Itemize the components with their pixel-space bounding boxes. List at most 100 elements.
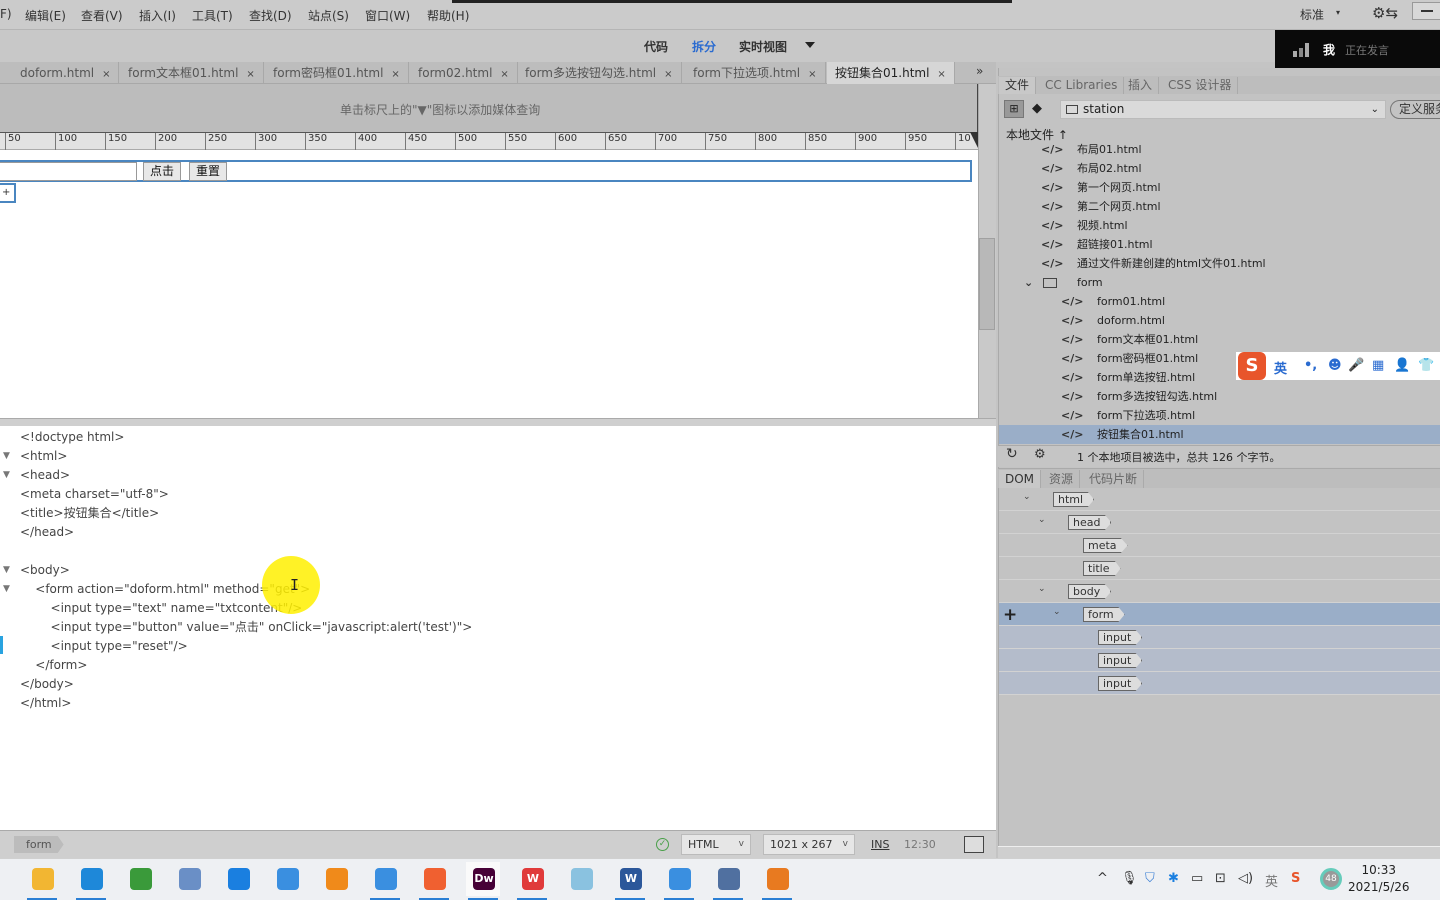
tray-chevron-icon[interactable]: ^	[1097, 871, 1108, 886]
file-item[interactable]: </> 按钮集合01.html	[999, 425, 1440, 444]
code-line[interactable]: </form>	[20, 656, 87, 675]
chevron-down-icon[interactable]: ⌄	[1038, 584, 1046, 594]
scrollbar-thumb[interactable]	[979, 238, 995, 330]
file-item[interactable]: </> 通过文件新建创建的html文件01.html	[999, 254, 1440, 273]
connect-icon[interactable]: ⚙	[1034, 447, 1046, 462]
taskbar-app-file-explorer[interactable]	[25, 862, 59, 900]
keyboard-icon[interactable]: ▦	[1372, 358, 1384, 373]
tab-doform[interactable]: doform.html ×	[12, 62, 120, 84]
dom-node-row[interactable]: ⌄ body	[999, 580, 1440, 603]
code-line[interactable]: <head>	[20, 466, 70, 485]
dom-tag[interactable]: body	[1068, 584, 1112, 599]
dom-node-row[interactable]: ⌄ head	[999, 511, 1440, 534]
emoji-icon[interactable]: ☻	[1328, 358, 1342, 373]
volume-icon[interactable]: ◁)	[1238, 871, 1253, 886]
taskbar-app-app-16[interactable]	[760, 862, 794, 900]
file-item[interactable]: </> 视频.html	[999, 216, 1440, 235]
dom-node-row[interactable]: ⌄ html	[999, 488, 1440, 511]
tab-overflow-button[interactable]: »	[976, 64, 983, 78]
folder-item[interactable]: ⌄ form	[999, 273, 1440, 292]
sogou-tray-icon[interactable]: S	[1291, 871, 1300, 886]
doc-type-select[interactable]: HTML v	[681, 834, 751, 855]
tab-form-password[interactable]: form密码框01.html ×	[265, 62, 409, 84]
add-element-icon[interactable]: +	[1003, 605, 1017, 625]
split-divider[interactable]	[0, 418, 996, 426]
refresh-icon[interactable]: ↻	[1006, 446, 1018, 462]
tab-form-checkbox[interactable]: form多选按钮勾选.html ×	[517, 62, 682, 84]
dom-tag[interactable]: input	[1098, 653, 1143, 668]
tab-files[interactable]: 文件	[999, 77, 1037, 94]
design-click-button[interactable]: 点击	[143, 162, 182, 181]
sogou-logo-icon[interactable]: S	[1238, 352, 1266, 380]
taskbar-app-app-15[interactable]	[711, 862, 745, 900]
taskbar-app-wps[interactable]: W	[515, 862, 549, 900]
fold-toggle-icon[interactable]: ▼	[3, 470, 10, 480]
close-icon[interactable]: ×	[808, 69, 816, 80]
file-item[interactable]: </> form多选按钮勾选.html	[999, 387, 1440, 406]
chevron-down-icon[interactable]: ⌄	[1053, 607, 1061, 617]
app-tray-icon[interactable]: ✱	[1168, 871, 1179, 886]
tab-cc-libraries[interactable]: CC Libraries	[1039, 77, 1125, 94]
chevron-down-icon[interactable]: ⌄	[1023, 492, 1031, 502]
taskbar-app-app-3[interactable]	[123, 862, 157, 896]
code-line[interactable]: </body>	[20, 675, 74, 694]
taskbar-app-dreamweaver[interactable]: Dw	[466, 862, 500, 900]
close-icon[interactable]: ×	[664, 69, 672, 80]
code-line[interactable]: <input type="reset"/>	[20, 637, 188, 656]
dom-tag[interactable]: input	[1098, 630, 1143, 645]
security-shield-icon[interactable]: ⛉	[1145, 871, 1155, 886]
taskbar-app-search-app[interactable]	[319, 862, 353, 896]
menu-insert[interactable]: 插入(I)	[139, 7, 176, 24]
code-line[interactable]: </html>	[20, 694, 72, 713]
file-item[interactable]: </> 布局01.html	[999, 140, 1440, 159]
taskbar-app-app-14[interactable]	[662, 862, 696, 900]
taskbar-app-app-8[interactable]	[368, 862, 402, 900]
taskbar-app-notepad[interactable]	[564, 862, 598, 896]
local-view-icon[interactable]: ⊞	[1004, 100, 1024, 118]
menu-file[interactable]: F)	[0, 7, 12, 21]
file-item[interactable]: </> 第一个网页.html	[999, 178, 1440, 197]
caret-down-icon[interactable]	[805, 42, 815, 48]
taskbar-app-app-5[interactable]	[221, 862, 255, 896]
dom-tag[interactable]: html	[1053, 492, 1095, 507]
dom-tag[interactable]: form	[1083, 607, 1125, 622]
tab-dom[interactable]: DOM	[999, 470, 1042, 488]
file-item[interactable]: </> 超链接01.html	[999, 235, 1440, 254]
network-icon[interactable]: ⊡	[1215, 871, 1226, 886]
tab-insert[interactable]: 插入	[1122, 77, 1160, 94]
split-view-button[interactable]: 拆分	[692, 38, 716, 55]
window-size-select[interactable]: 1021 x 267 v	[763, 834, 855, 855]
dom-node-row[interactable]: input	[999, 672, 1440, 695]
clock[interactable]: 10:33 2021/5/26	[1348, 862, 1410, 896]
menu-help[interactable]: 帮助(H)	[427, 7, 469, 24]
chevron-down-icon[interactable]: ▾	[1336, 8, 1340, 17]
design-view[interactable]	[0, 150, 978, 418]
code-line[interactable]: <html>	[20, 447, 67, 466]
tab-assets[interactable]: 资源	[1043, 470, 1081, 488]
dom-tag[interactable]: meta	[1083, 538, 1128, 553]
define-server-button[interactable]: 定义服务	[1390, 100, 1440, 119]
ime-lang-indicator[interactable]: 英	[1265, 871, 1278, 890]
file-item[interactable]: </> form文本框01.html	[999, 330, 1440, 349]
add-element-plus-icon[interactable]: +	[0, 183, 16, 203]
code-view-button[interactable]: 代码	[644, 38, 668, 55]
tab-form02[interactable]: form02.html ×	[410, 62, 518, 84]
code-line[interactable]: <input type="button" value="点击" onClick=…	[20, 618, 473, 637]
code-line[interactable]: <body>	[20, 561, 70, 580]
dom-node-row[interactable]: input	[999, 649, 1440, 672]
fold-toggle-icon[interactable]: ▼	[3, 565, 10, 575]
validation-ok-icon[interactable]: ✓	[656, 838, 669, 851]
dom-node-row[interactable]: input	[999, 626, 1440, 649]
tab-snippets[interactable]: 代码片断	[1083, 470, 1145, 488]
insert-mode[interactable]: INS	[871, 838, 889, 851]
live-preview-icon[interactable]	[964, 836, 984, 853]
user-icon[interactable]: 👤	[1394, 358, 1410, 373]
ruler[interactable]: 50 100 150 200 250 300 350 400 450 500 550 600 650 70…	[0, 132, 996, 150]
design-text-input[interactable]	[0, 162, 137, 181]
live-view-button[interactable]: 实时视图	[739, 38, 787, 55]
code-line[interactable]: <input type="text" name="txtcontent"/>	[20, 599, 303, 618]
close-icon[interactable]: ×	[246, 69, 254, 80]
fold-toggle-icon[interactable]: ▼	[3, 584, 10, 594]
code-line[interactable]: <title>按钮集合</title>	[20, 504, 159, 523]
code-line[interactable]: <!doctype html>	[20, 428, 124, 447]
